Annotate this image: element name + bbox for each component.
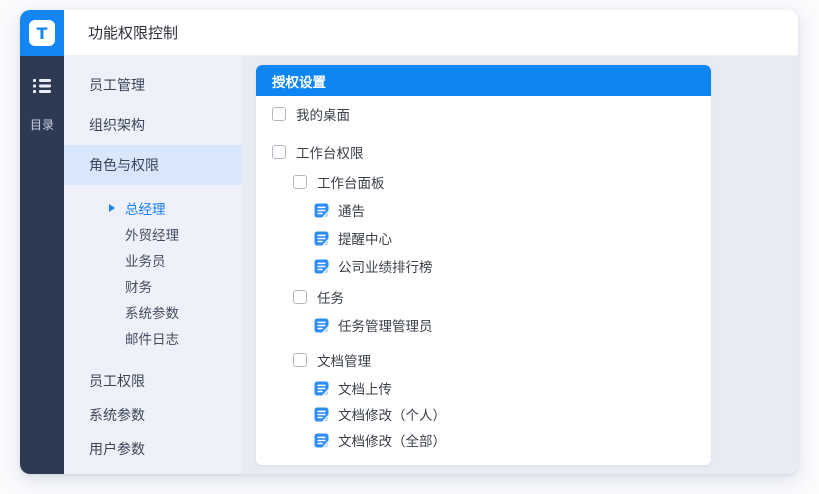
list-icon[interactable] [33,78,51,94]
document-icon [314,381,329,396]
document-icon [314,318,329,333]
logo-icon: T [29,20,55,46]
checkbox[interactable] [272,107,286,121]
tree-item-document-edit-personal[interactable]: 文档修改（个人） [256,401,695,427]
document-icon [314,231,329,246]
tree-item-performance-ranking[interactable]: 公司业绩排行榜 [256,253,695,279]
tree-item-label: 工作台面板 [317,172,385,192]
checkbox[interactable] [293,353,307,367]
tree-item-label: 我的桌面 [296,104,350,124]
nav-rail: 目录 [20,56,64,474]
tree-item-my-desktop[interactable]: 我的桌面 [256,101,695,127]
sidebar: 员工管理 组织架构 角色与权限 总经理 外贸经理 业务员 财务 系统参数 [64,56,241,474]
tree-item-notice[interactable]: 通告 [256,197,695,223]
sidebar-item-roles-permissions[interactable]: 角色与权限 [64,145,241,185]
content-area: 授权设置 我的桌面 工作台权限 工作台面板 通告 [241,56,798,474]
role-item-label: 业务员 [125,250,166,270]
authorization-panel: 授权设置 我的桌面 工作台权限 工作台面板 通告 [256,65,711,465]
role-item-label: 总经理 [125,198,166,218]
tree-item-document-edit-all[interactable]: 文档修改（全部） [256,427,695,453]
sidebar-item-label: 员工管理 [89,75,145,95]
panel-title: 授权设置 [272,71,326,91]
tree-item-label: 文档修改（个人） [338,404,446,424]
panel-header: 授权设置 [256,65,711,96]
role-item-system-params[interactable]: 系统参数 [64,299,241,325]
tree-item-label: 文档管理 [317,350,371,370]
role-item-mail-logs[interactable]: 邮件日志 [64,325,241,351]
document-icon [314,433,329,448]
role-item-general-manager[interactable]: 总经理 [64,195,241,221]
roles-sub-list: 总经理 外贸经理 业务员 财务 系统参数 邮件日志 [64,195,241,351]
sidebar-item-label: 用户参数 [89,439,145,459]
tree-item-label: 任务管理管理员 [338,315,433,335]
sidebar-item-label: 系统参数 [89,405,145,425]
role-item-label: 系统参数 [125,302,179,322]
tree-item-workbench-permission[interactable]: 工作台权限 [256,139,695,165]
role-item-trade-manager[interactable]: 外贸经理 [64,221,241,247]
tree-item-label: 文档修改（全部） [338,430,446,450]
role-item-label: 外贸经理 [125,224,179,244]
role-item-salesperson[interactable]: 业务员 [64,247,241,273]
sidebar-item-employee-permissions[interactable]: 员工权限 [64,364,241,398]
document-icon [314,259,329,274]
checkbox[interactable] [272,145,286,159]
tree-item-label: 工作台权限 [296,142,364,162]
sidebar-item-label: 组织架构 [89,115,145,135]
app-window: T 功能权限控制 目录 员工管理 组织架构 角色与权限 总经理 外贸经理 [20,10,798,474]
tree-item-document-management[interactable]: 文档管理 [256,347,695,373]
page-title: 功能权限控制 [88,22,178,43]
tree-item-label: 任务 [317,287,344,307]
role-item-label: 邮件日志 [125,328,179,348]
tree-item-task-admin[interactable]: 任务管理管理员 [256,312,695,338]
checkbox[interactable] [293,290,307,304]
app-logo[interactable]: T [20,10,64,56]
sidebar-item-label: 员工权限 [89,371,145,391]
tree-item-reminder-center[interactable]: 提醒中心 [256,225,695,251]
document-icon [314,203,329,218]
document-icon [314,407,329,422]
top-header: 功能权限控制 [64,10,798,56]
tree-item-tasks[interactable]: 任务 [256,284,695,310]
sidebar-item-user-params[interactable]: 用户参数 [64,432,241,466]
tree-item-label: 通告 [338,200,365,220]
checkbox[interactable] [293,175,307,189]
tree-item-label: 公司业绩排行榜 [338,256,433,276]
tree-item-document-upload[interactable]: 文档上传 [256,375,695,401]
active-item-arrow-icon [109,204,115,212]
sidebar-item-label: 角色与权限 [89,155,159,175]
tree-item-label: 文档上传 [338,378,392,398]
sidebar-item-organization-structure[interactable]: 组织架构 [64,105,241,145]
sidebar-item-system-params[interactable]: 系统参数 [64,398,241,432]
role-item-finance[interactable]: 财务 [64,273,241,299]
role-item-label: 财务 [125,276,152,296]
sidebar-item-employee-management[interactable]: 员工管理 [64,65,241,105]
rail-menu-label[interactable]: 目录 [30,116,54,133]
permission-tree: 我的桌面 工作台权限 工作台面板 通告 提醒中心 [256,96,711,463]
tree-item-label: 提醒中心 [338,228,392,248]
tree-item-workbench-panel[interactable]: 工作台面板 [256,169,695,195]
